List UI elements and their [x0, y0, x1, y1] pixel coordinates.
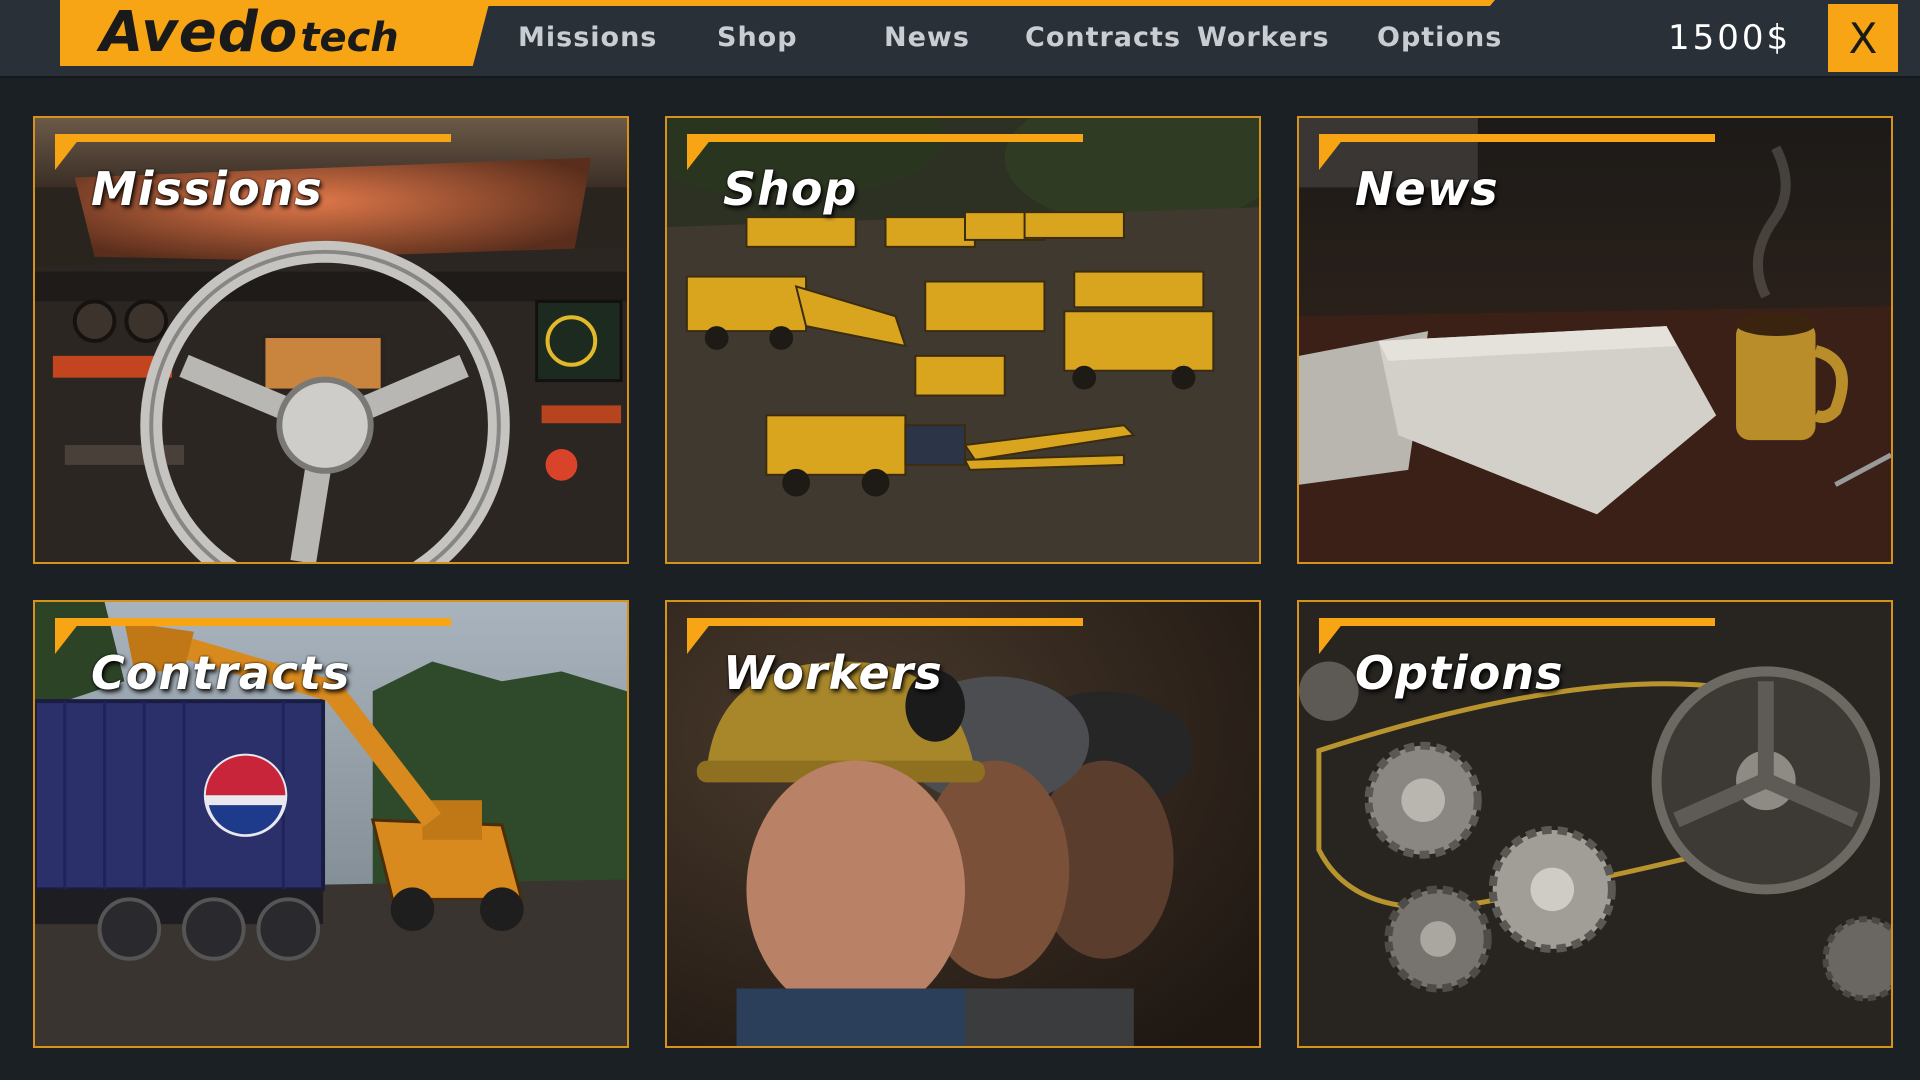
nav-shop[interactable]: Shop — [717, 22, 798, 53]
tile-accent-bar — [687, 134, 1083, 142]
tile-title-missions: Missions — [91, 162, 323, 216]
close-button[interactable]: X — [1828, 4, 1898, 72]
nav-workers[interactable]: Workers — [1197, 22, 1330, 53]
logo-sub-text: tech — [300, 15, 399, 61]
close-icon: X — [1848, 13, 1878, 63]
tile-accent-bar — [55, 618, 451, 626]
avedotech-logo: Avedo tech — [60, 0, 490, 66]
nav-contracts[interactable]: Contracts — [1025, 22, 1181, 53]
topbar-accent-stripe — [470, 0, 1495, 6]
tile-title-options: Options — [1355, 646, 1564, 700]
nav-news[interactable]: News — [884, 22, 970, 53]
logo-main-text: Avedo — [100, 0, 299, 65]
tile-shop[interactable]: Shop — [665, 116, 1261, 564]
tile-contracts[interactable]: Contracts — [33, 600, 629, 1048]
nav-options[interactable]: Options — [1377, 22, 1502, 53]
tile-missions[interactable]: Missions — [33, 116, 629, 564]
money-balance: 1500$ — [1668, 18, 1792, 58]
nav-missions[interactable]: Missions — [518, 22, 657, 53]
tile-accent-bar — [1319, 618, 1715, 626]
tile-title-contracts: Contracts — [91, 646, 351, 700]
tile-options[interactable]: Options — [1297, 600, 1893, 1048]
tile-workers[interactable]: Workers — [665, 600, 1261, 1048]
tile-accent-bar — [55, 134, 451, 142]
top-navigation-bar: Avedo tech Missions Shop News Contracts … — [0, 0, 1920, 78]
tile-news[interactable]: News — [1297, 116, 1893, 564]
tile-title-news: News — [1355, 162, 1499, 216]
tile-accent-bar — [1319, 134, 1715, 142]
tile-accent-bar — [687, 618, 1083, 626]
tile-title-workers: Workers — [723, 646, 943, 700]
tile-title-shop: Shop — [723, 162, 858, 216]
